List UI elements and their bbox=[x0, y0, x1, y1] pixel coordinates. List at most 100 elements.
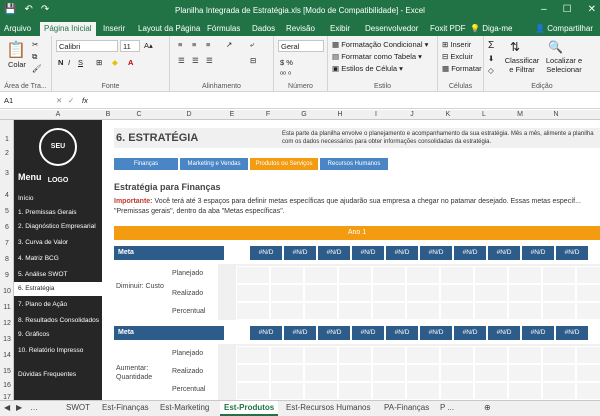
grid-cell[interactable] bbox=[440, 382, 474, 400]
col-header-n[interactable]: N bbox=[538, 111, 574, 118]
sidebar-item-premissas[interactable]: 1. Premissas Gerais bbox=[14, 206, 102, 220]
tab-pagina-inicial[interactable]: Página Inicial bbox=[40, 22, 96, 36]
grid-cell[interactable] bbox=[542, 346, 576, 364]
tab-revisao[interactable]: Revisão bbox=[286, 24, 315, 33]
grid-cell[interactable] bbox=[236, 382, 270, 400]
meta2-grid[interactable] bbox=[218, 344, 600, 400]
row-header[interactable]: 6 bbox=[0, 224, 14, 231]
copy-icon[interactable]: ⧉ bbox=[32, 52, 37, 62]
grid-cell[interactable] bbox=[270, 302, 304, 320]
col-header-k[interactable]: K bbox=[430, 111, 466, 118]
grid-cell[interactable] bbox=[236, 346, 270, 364]
grid-cell[interactable] bbox=[440, 346, 474, 364]
sheet-tab-est-financas[interactable]: Est-Finanças bbox=[102, 403, 149, 412]
sheet-tab-swot[interactable]: SWOT bbox=[66, 403, 90, 412]
grid-cell[interactable] bbox=[440, 266, 474, 284]
sidebar-item-estrategia[interactable]: 6. Estratégia bbox=[14, 282, 102, 296]
orientation-icon[interactable]: ↗ bbox=[226, 40, 232, 49]
grid-cell[interactable] bbox=[236, 284, 270, 302]
grid-cell[interactable] bbox=[542, 284, 576, 302]
grid-cell[interactable] bbox=[508, 284, 542, 302]
sidebar-item-curva[interactable]: 3. Curva de Valor bbox=[14, 236, 102, 250]
grid-cell[interactable] bbox=[372, 302, 406, 320]
row-header[interactable]: 4 bbox=[0, 192, 14, 199]
sheet-tab-pa-financas[interactable]: PA-Finanças bbox=[384, 403, 429, 412]
grid-cell[interactable] bbox=[440, 302, 474, 320]
grid-cell[interactable] bbox=[474, 346, 508, 364]
nd-cell[interactable]: #N/D bbox=[250, 326, 282, 340]
nd-cell[interactable]: #N/D bbox=[352, 326, 384, 340]
grid-cell[interactable] bbox=[236, 302, 270, 320]
tab-inserir[interactable]: Inserir bbox=[103, 24, 125, 33]
sidebar-item-inicio[interactable]: Início bbox=[14, 192, 102, 206]
grid-cell[interactable] bbox=[338, 346, 372, 364]
grid-cell[interactable] bbox=[304, 284, 338, 302]
decimal-icon[interactable]: ⁰⁰ ⁰ bbox=[280, 70, 291, 79]
nd-cell[interactable]: #N/D bbox=[522, 326, 554, 340]
tab-arquivo[interactable]: Arquivo bbox=[4, 24, 31, 33]
grid-cell[interactable] bbox=[576, 302, 600, 320]
nd-cell[interactable]: #N/D bbox=[318, 246, 350, 260]
grid-cell[interactable] bbox=[542, 382, 576, 400]
col-header-i[interactable]: I bbox=[358, 111, 394, 118]
confirm-entry-icon[interactable]: ✓ bbox=[68, 96, 74, 105]
sheet-tab-est-rh[interactable]: Est-Recursos Humanos bbox=[286, 403, 370, 412]
tab-produtos[interactable]: Produtos ou Serviços bbox=[250, 158, 318, 170]
bold-icon[interactable]: N bbox=[58, 58, 63, 67]
align-middle-icon[interactable]: ≡ bbox=[192, 40, 196, 49]
col-header-l[interactable]: L bbox=[466, 111, 502, 118]
font-size-box[interactable]: 11 bbox=[120, 40, 140, 52]
tab-exibir[interactable]: Exibir bbox=[330, 24, 350, 33]
grid-cell[interactable] bbox=[508, 364, 542, 382]
number-format-box[interactable]: Geral bbox=[278, 40, 324, 52]
find-icon[interactable]: 🔍 bbox=[548, 40, 563, 54]
grid-cell[interactable] bbox=[576, 382, 600, 400]
merge-icon[interactable]: ⊟ bbox=[250, 56, 256, 65]
row-header[interactable]: 1 bbox=[0, 136, 14, 143]
cancel-entry-icon[interactable]: ✕ bbox=[56, 96, 62, 105]
meta1-grid[interactable] bbox=[218, 264, 600, 320]
maximize-icon[interactable]: ☐ bbox=[563, 4, 572, 15]
grid-cell[interactable] bbox=[338, 266, 372, 284]
tab-marketing[interactable]: Marketing e Vendas bbox=[180, 158, 248, 170]
sort-filter-icon[interactable]: ⇅ bbox=[510, 40, 520, 54]
grid-cell[interactable] bbox=[576, 266, 600, 284]
tab-recursos[interactable]: Recursos Humanos bbox=[320, 158, 388, 170]
sidebar-item-graficos[interactable]: 9. Gráficos bbox=[14, 328, 102, 342]
grid-cell[interactable] bbox=[338, 382, 372, 400]
row-header[interactable]: 14 bbox=[0, 352, 14, 359]
nd-cell[interactable]: #N/D bbox=[250, 246, 282, 260]
sidebar-item-duvidas[interactable]: Dúvidas Frequentes bbox=[14, 368, 102, 382]
grid-cell[interactable] bbox=[338, 284, 372, 302]
grid-cell[interactable] bbox=[304, 382, 338, 400]
nd-cell[interactable]: #N/D bbox=[420, 326, 452, 340]
row-header[interactable]: 7 bbox=[0, 240, 14, 247]
sheet-tab-est-produtos[interactable]: Est-Produtos bbox=[220, 401, 279, 416]
grid-cell[interactable] bbox=[474, 364, 508, 382]
nd-cell[interactable]: #N/D bbox=[386, 326, 418, 340]
paste-icon[interactable]: 📋 bbox=[6, 40, 26, 60]
save-icon[interactable]: 💾 bbox=[4, 4, 16, 15]
grid-cell[interactable] bbox=[372, 284, 406, 302]
grid-cell[interactable] bbox=[406, 346, 440, 364]
nd-cell[interactable]: #N/D bbox=[488, 326, 520, 340]
undo-icon[interactable]: ↶ bbox=[24, 4, 32, 15]
format-table-button[interactable]: ▤ Formatar como Tabela ▾ bbox=[332, 52, 422, 61]
row-header[interactable]: 16 bbox=[0, 382, 14, 389]
grid-cell[interactable] bbox=[508, 346, 542, 364]
row-header[interactable]: 15 bbox=[0, 368, 14, 375]
currency-icon[interactable]: $ % bbox=[280, 58, 293, 67]
row-header[interactable]: 2 bbox=[0, 150, 14, 157]
row-header[interactable]: 9 bbox=[0, 272, 14, 279]
grid-cell[interactable] bbox=[576, 284, 600, 302]
clear-icon[interactable]: ◇ bbox=[488, 66, 494, 75]
conditional-format-button[interactable]: ▦ Formatação Condicional ▾ bbox=[332, 40, 428, 49]
row-header[interactable]: 11 bbox=[0, 304, 14, 311]
align-top-icon[interactable]: ≡ bbox=[178, 40, 182, 49]
grid-cell[interactable] bbox=[440, 364, 474, 382]
fill-icon[interactable]: ⬇ bbox=[488, 54, 494, 63]
grid-cell[interactable] bbox=[304, 364, 338, 382]
col-header-f[interactable]: F bbox=[250, 111, 286, 118]
grid-cell[interactable] bbox=[236, 266, 270, 284]
grid-cell[interactable] bbox=[474, 284, 508, 302]
